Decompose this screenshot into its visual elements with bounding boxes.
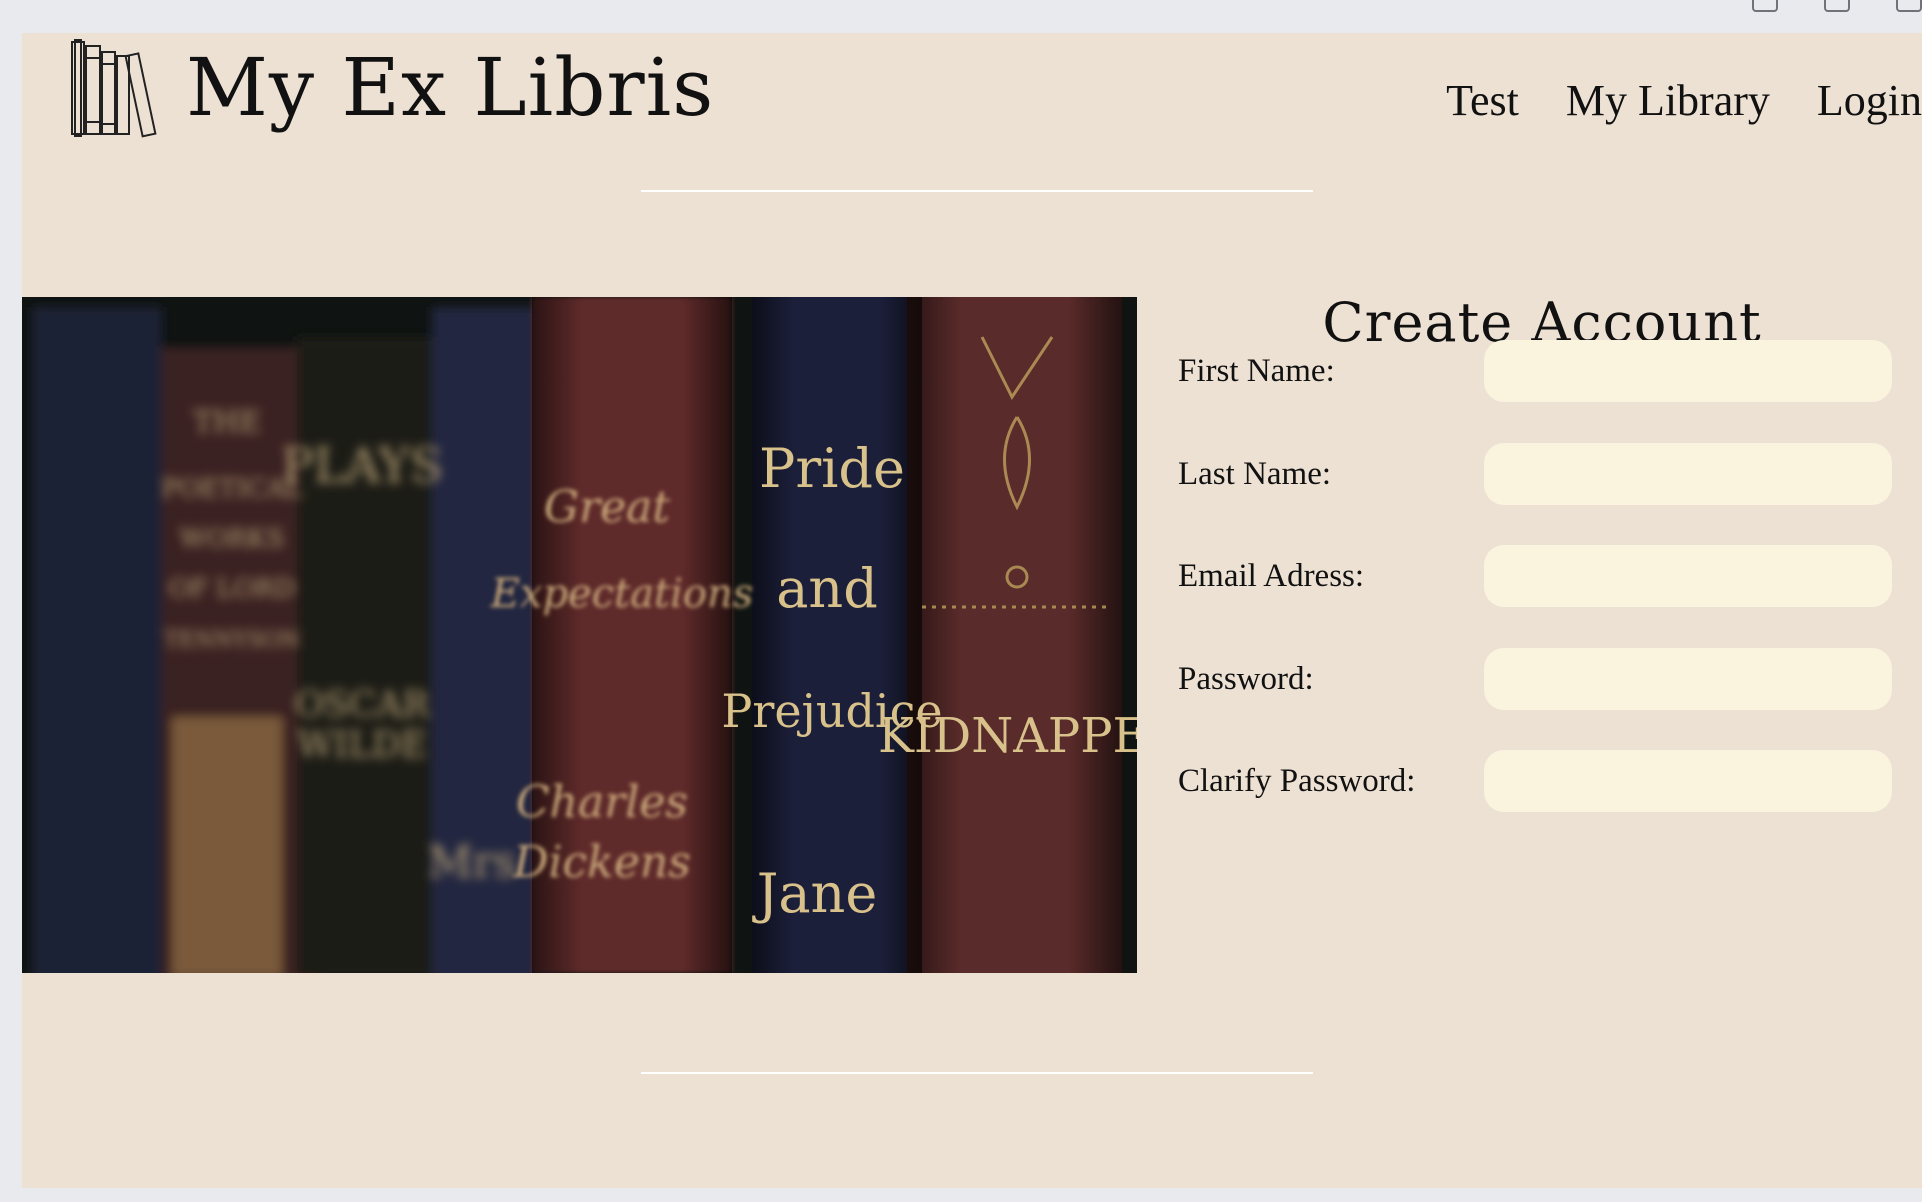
- password-input[interactable]: [1484, 648, 1892, 710]
- main-nav: Test My Library Login: [1399, 75, 1922, 126]
- svg-text:KIDNAPPED: KIDNAPPED: [878, 708, 1137, 764]
- copy-icon[interactable]: [1824, 0, 1850, 12]
- svg-text:THE: THE: [193, 405, 261, 440]
- window-icon[interactable]: [1896, 0, 1922, 12]
- email-row: Email Adress:: [1178, 544, 1898, 608]
- clarify-password-label: Clarify Password:: [1178, 762, 1416, 799]
- svg-text:Pride: Pride: [759, 437, 905, 500]
- page: My Ex Libris Test My Library Login Pride…: [22, 33, 1922, 1188]
- brand[interactable]: My Ex Libris: [70, 38, 714, 138]
- svg-text:PLAYS: PLAYS: [281, 438, 442, 494]
- header-divider: [641, 190, 1313, 192]
- first-name-input[interactable]: [1484, 340, 1892, 402]
- svg-text:Jane: Jane: [752, 862, 878, 925]
- svg-text:Charles: Charles: [516, 777, 688, 828]
- nav-test[interactable]: Test: [1446, 75, 1519, 126]
- svg-text:Dickens: Dickens: [512, 837, 691, 888]
- password-label: Password:: [1178, 660, 1314, 697]
- site-title: My Ex Libris: [186, 41, 715, 134]
- last-name-label: Last Name:: [1178, 455, 1332, 492]
- hero-books-image: Pride and Prejudice Jane KIDNAPPED Great…: [22, 297, 1137, 973]
- share-icon[interactable]: [1752, 0, 1778, 12]
- svg-text:TENNYSON: TENNYSON: [164, 628, 300, 653]
- svg-text:Great: Great: [544, 482, 670, 533]
- svg-text:OSCAR: OSCAR: [295, 685, 431, 726]
- svg-text:OF LORD: OF LORD: [169, 574, 296, 604]
- footer-divider: [641, 1072, 1313, 1074]
- svg-text:Expectations: Expectations: [490, 571, 754, 617]
- email-input[interactable]: [1484, 545, 1892, 607]
- first-name-label: First Name:: [1178, 352, 1335, 389]
- nav-my-library[interactable]: My Library: [1566, 75, 1770, 126]
- last-name-input[interactable]: [1484, 443, 1892, 505]
- svg-text:Mrs: Mrs: [428, 837, 517, 888]
- browser-toolbar-icons: [1752, 0, 1922, 12]
- first-name-row: First Name:: [1178, 339, 1898, 403]
- svg-text:POETICAL: POETICAL: [161, 474, 302, 504]
- clarify-password-input[interactable]: [1484, 750, 1892, 812]
- svg-text:WILDE: WILDE: [297, 725, 427, 766]
- clarify-password-row: Clarify Password:: [1178, 749, 1898, 813]
- email-label: Email Adress:: [1178, 557, 1365, 594]
- svg-text:WORKS: WORKS: [180, 524, 285, 554]
- last-name-row: Last Name:: [1178, 442, 1898, 506]
- svg-text:and: and: [776, 557, 878, 620]
- books-icon: [71, 39, 157, 138]
- password-row: Password:: [1178, 647, 1898, 711]
- nav-login[interactable]: Login: [1817, 75, 1922, 126]
